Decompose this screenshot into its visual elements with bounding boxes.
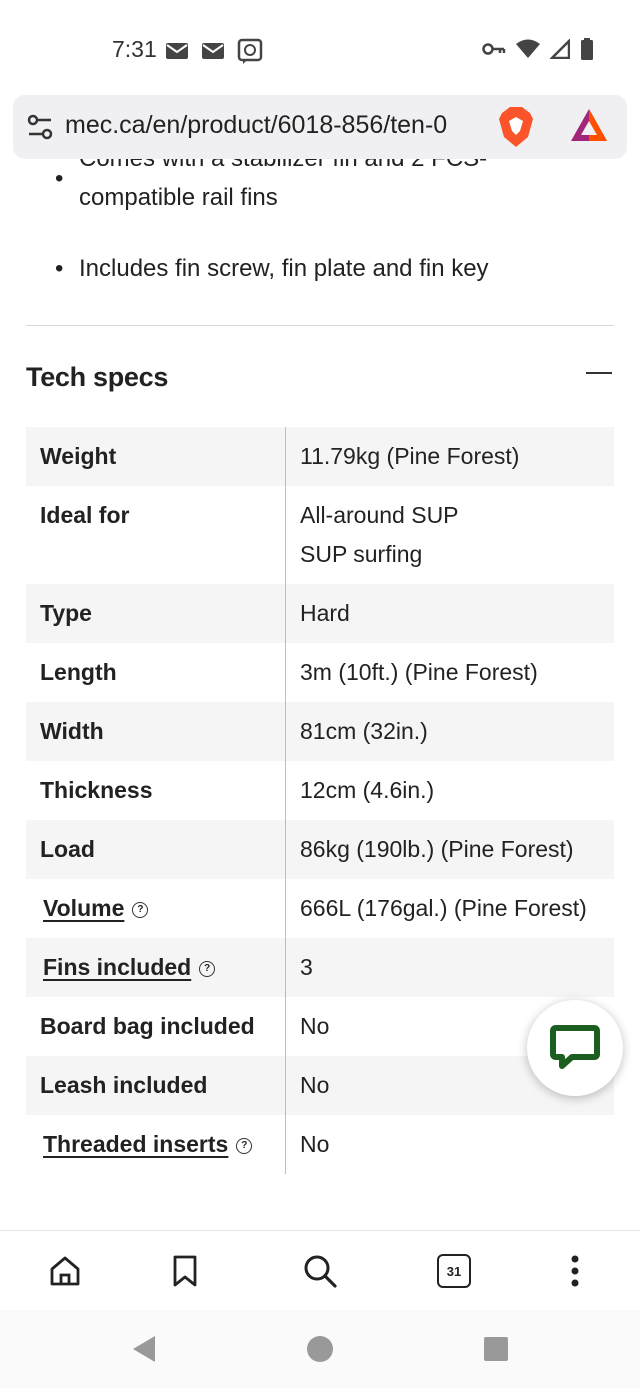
table-row: Threaded inserts? No — [26, 1115, 614, 1174]
spec-label-cell: Type — [26, 584, 286, 643]
list-item: • Comes with a stabilizer fin and 2 FCS-… — [55, 159, 549, 217]
spec-label: Load — [40, 836, 95, 862]
table-row: Board bag included No — [26, 997, 614, 1056]
chat-bubble-icon — [550, 1025, 600, 1069]
spec-label-cell: Ideal for — [26, 486, 286, 584]
spec-label: Thickness — [40, 777, 153, 803]
spec-label[interactable]: Threaded inserts — [40, 1131, 228, 1157]
home-icon[interactable] — [45, 1251, 85, 1291]
spec-value: Hard — [300, 600, 350, 626]
spec-label: Width — [40, 718, 104, 744]
notification-icons — [165, 38, 263, 64]
spec-label: Leash included — [40, 1072, 208, 1098]
spec-label-cell: Length — [26, 643, 286, 702]
home-circle-icon[interactable] — [306, 1335, 334, 1363]
feature-text: Includes fin screw, fin plate and fin ke… — [79, 255, 489, 282]
spec-label-cell: Weight — [26, 427, 286, 486]
spec-label[interactable]: Volume — [40, 895, 124, 921]
table-row: Length 3m (10ft.) (Pine Forest) — [26, 643, 614, 702]
spec-label-cell: Board bag included — [26, 997, 286, 1056]
help-icon[interactable]: ? — [236, 1137, 253, 1154]
wifi-icon — [516, 39, 540, 58]
table-row: Type Hard — [26, 584, 614, 643]
spec-value: 3 — [300, 954, 313, 980]
help-icon[interactable]: ? — [199, 960, 216, 977]
tech-specs-table: Weight 11.79kg (Pine Forest) Ideal for All-… — [26, 427, 614, 1174]
url-text[interactable]: mec.ca/en/product/6018-856/ten-0 — [65, 111, 495, 140]
spec-label-cell: Leash included — [26, 1056, 286, 1115]
bullet-dot: • — [55, 165, 64, 192]
spec-label-cell: Load — [26, 820, 286, 879]
spec-label-cell[interactable]: Volume? — [26, 879, 286, 938]
status-bar: 7:31 — [0, 0, 640, 94]
whatsapp-icon — [237, 38, 263, 64]
address-bar[interactable]: mec.ca/en/product/6018-856/ten-0 — [13, 95, 627, 159]
spec-label: Weight — [40, 443, 117, 469]
spec-label-cell: Thickness — [26, 761, 286, 820]
site-settings-icon[interactable] — [27, 114, 53, 140]
table-row: Load 86kg (190lb.) (Pine Forest) — [26, 820, 614, 879]
table-row: Thickness 12cm (4.6in.) — [26, 761, 614, 820]
list-item: • Includes fin screw, fin plate and fin … — [55, 249, 549, 288]
vpn-key-icon — [482, 43, 506, 55]
spec-value: 81cm (32in.) — [300, 718, 428, 744]
spec-label: Ideal for — [40, 502, 130, 528]
search-icon[interactable] — [300, 1251, 340, 1291]
spec-label-cell[interactable]: Threaded inserts? — [26, 1115, 286, 1174]
status-time: 7:31 — [112, 36, 157, 62]
section-divider — [26, 325, 614, 326]
table-row: Fins included? 3 — [26, 938, 614, 997]
spec-value: All-around SUP SUP surfing — [300, 502, 459, 567]
minus-icon[interactable] — [586, 372, 612, 374]
back-triangle-icon[interactable] — [131, 1334, 157, 1364]
table-row: Width 81cm (32in.) — [26, 702, 614, 761]
table-row: Weight 11.79kg (Pine Forest) — [26, 427, 614, 486]
spec-label-cell: Width — [26, 702, 286, 761]
system-icons — [482, 38, 594, 60]
chat-button[interactable] — [527, 1000, 623, 1096]
more-vert-icon[interactable] — [555, 1251, 595, 1291]
battery-icon — [581, 38, 593, 60]
spec-label[interactable]: Fins included — [40, 954, 191, 980]
tab-count: 31 — [437, 1254, 471, 1288]
table-row: Ideal for All-around SUP SUP surfing — [26, 486, 614, 584]
feature-text: Comes with a stabilizer fin and 2 FCS-co… — [79, 159, 487, 211]
spec-label: Type — [40, 600, 92, 626]
signal-icon — [550, 39, 570, 59]
mail-icon — [166, 43, 188, 59]
brave-rewards-icon[interactable] — [569, 107, 609, 145]
spec-value: 86kg (190lb.) (Pine Forest) — [300, 836, 574, 862]
spec-value: 11.79kg (Pine Forest) — [300, 443, 520, 469]
section-title[interactable]: Tech specs — [26, 362, 168, 393]
spec-label-cell[interactable]: Fins included? — [26, 938, 286, 997]
recents-square-icon[interactable] — [483, 1336, 509, 1362]
spec-label: Length — [40, 659, 117, 685]
table-row: Leash included No — [26, 1056, 614, 1115]
tabs-icon[interactable]: 31 — [434, 1251, 474, 1291]
bookmark-icon[interactable] — [165, 1251, 205, 1291]
spec-value: 3m (10ft.) (Pine Forest) — [300, 659, 538, 685]
brave-shields-icon[interactable] — [496, 105, 536, 149]
mail-icon — [202, 43, 224, 59]
help-icon[interactable]: ? — [132, 901, 149, 918]
spec-label: Board bag included — [40, 1013, 255, 1039]
spec-value: 666L (176gal.) (Pine Forest) — [300, 895, 587, 921]
system-nav-bar — [0, 1310, 640, 1388]
spec-value: No — [300, 1131, 330, 1157]
browser-toolbar: 31 — [0, 1230, 640, 1311]
spec-value: 12cm (4.6in.) — [300, 777, 435, 803]
table-row: Volume? 666L (176gal.) (Pine Forest) — [26, 879, 614, 938]
bullet-dot: • — [55, 255, 64, 282]
